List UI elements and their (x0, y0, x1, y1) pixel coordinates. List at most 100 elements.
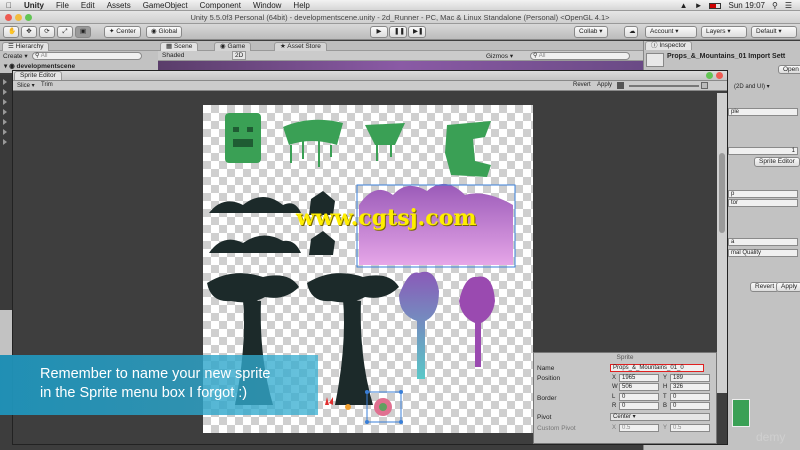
zoom-slider[interactable] (629, 85, 699, 87)
step-button[interactable]: ▶❚ (408, 26, 426, 38)
tab-scene[interactable]: ▦ Scene (160, 42, 199, 51)
space-mode-button[interactable]: ◉ Global (146, 26, 183, 38)
minimize-window-icon[interactable] (15, 14, 22, 21)
custom-pivot-x-input[interactable]: 0.5 (619, 424, 659, 432)
pixels-per-unit-field[interactable]: 1 (728, 147, 798, 155)
pos-y-input[interactable]: 189 (670, 374, 710, 382)
expand-arrow-icon[interactable] (3, 89, 7, 95)
expand-arrow-icon[interactable] (3, 99, 7, 105)
layers-dropdown[interactable]: Layers ▾ (701, 26, 747, 38)
jungle-platform-sprite-1[interactable] (283, 119, 343, 167)
menu-gameobject[interactable]: GameObject (143, 1, 188, 10)
collab-button[interactable]: Collab ▾ (574, 26, 608, 38)
inspector-sprite-editor-button[interactable]: Sprite Editor (754, 157, 800, 167)
border-t-input[interactable]: 0 (670, 393, 710, 401)
border-l-input[interactable]: 0 (619, 393, 659, 401)
pivot-mode-button[interactable]: ✦ Center (104, 26, 141, 38)
rect-tool-icon[interactable]: ▣ (75, 26, 91, 38)
expand-arrow-icon[interactable] (3, 139, 7, 145)
sprite-editor-close-icon[interactable] (716, 72, 723, 79)
border-b-input[interactable]: 0 (670, 402, 710, 410)
sprite-editor-zoom-icon[interactable] (706, 72, 713, 79)
clock[interactable]: Sun 19:07 (728, 1, 764, 10)
sprite-mode-dropdown[interactable]: ple (728, 108, 798, 116)
volume-icon[interactable]: ► (695, 1, 703, 10)
border-r-input[interactable]: 0 (619, 402, 659, 410)
sprite-editor-revert-button[interactable]: Revert (573, 82, 591, 88)
tab-asset-store[interactable]: ★ Asset Store (274, 42, 327, 51)
zoom-window-icon[interactable] (25, 14, 32, 21)
tab-sprite-editor[interactable]: Sprite Editor (14, 71, 62, 80)
open-button[interactable]: Open (778, 65, 800, 74)
sprite-editor-scrollbar[interactable] (717, 93, 727, 393)
account-dropdown[interactable]: Account ▾ (645, 26, 697, 38)
move-tool-icon[interactable]: ✥ (21, 26, 37, 38)
scrollbar-thumb[interactable] (719, 153, 725, 233)
tab-hierarchy[interactable]: ☰ Hierarchy (2, 42, 50, 51)
mip-slider-handle[interactable] (701, 82, 708, 89)
dark-tree-sprite-2[interactable] (307, 273, 399, 405)
height-input[interactable]: 326 (670, 383, 710, 391)
close-window-icon[interactable] (5, 14, 12, 21)
mode-2d-toggle[interactable]: 2D (232, 51, 247, 60)
trim-button[interactable]: Trim (41, 82, 53, 88)
hierarchy-search-input[interactable]: ⚲ All (32, 52, 142, 60)
purple-tree-sprite-1[interactable] (399, 271, 439, 379)
jungle-cliff-sprite[interactable] (445, 121, 491, 177)
alpha-toggle-icon[interactable] (617, 82, 624, 89)
menu-app[interactable]: Unity (24, 1, 44, 10)
expand-arrow-icon[interactable] (3, 109, 7, 115)
sprite-name-input[interactable]: Props_&_Mountains_01_0 (610, 364, 704, 372)
notifications-icon[interactable]: ☰ (785, 1, 792, 10)
pivot-dropdown[interactable]: Center ▾ (610, 413, 710, 421)
dark-bush-sprite-2[interactable] (209, 235, 301, 253)
rotate-tool-icon[interactable]: ⟳ (39, 26, 55, 38)
inspector-apply-button[interactable]: Apply (776, 282, 800, 292)
menu-help[interactable]: Help (293, 1, 309, 10)
shading-dropdown[interactable]: Shaded (162, 52, 184, 59)
resize-handle[interactable] (399, 420, 403, 424)
inspector-field-tor[interactable]: tor (728, 199, 798, 207)
purple-tree-sprite-2[interactable] (459, 276, 495, 368)
spotlight-icon[interactable]: ⚲ (772, 1, 778, 10)
scene-root-item[interactable]: ▾ ◉ developmentscene (4, 62, 75, 70)
tab-game[interactable]: ◉ Game (214, 42, 252, 51)
inspector-field-a[interactable]: a (728, 238, 798, 246)
tab-inspector[interactable]: ⓘ Inspector (645, 41, 693, 50)
hand-tool-icon[interactable]: ✋ (3, 26, 19, 38)
gizmos-dropdown[interactable]: Gizmos ▾ (486, 52, 513, 60)
expand-arrow-icon[interactable] (3, 79, 7, 85)
cloud-icon[interactable]: ☁ (624, 26, 638, 38)
expand-arrow-icon[interactable] (3, 129, 7, 135)
inspector-revert-button[interactable]: Revert (750, 282, 780, 292)
layout-dropdown[interactable]: Default ▾ (751, 26, 797, 38)
create-dropdown[interactable]: Create ▾ (3, 52, 28, 60)
inspector-field-p[interactable]: p (728, 190, 798, 198)
menu-file[interactable]: File (56, 1, 69, 10)
width-input[interactable]: 506 (619, 383, 659, 391)
resize-handle[interactable] (365, 390, 369, 394)
resize-handle[interactable] (365, 420, 369, 424)
dark-bush-sprite-1[interactable] (209, 197, 301, 213)
slice-dropdown[interactable]: Slice ▾ (17, 82, 35, 89)
menu-component[interactable]: Component (200, 1, 241, 10)
pos-x-input[interactable]: 1965 (619, 374, 659, 382)
expand-arrow-icon[interactable] (3, 119, 7, 125)
dark-rock-sprite-2[interactable] (309, 231, 335, 255)
wifi-icon[interactable]: ▲ (680, 1, 688, 10)
texture-mode-dropdown[interactable]: (2D and UI) ▾ (734, 83, 770, 90)
custom-pivot-y-input[interactable]: 0.5 (670, 424, 710, 432)
menu-edit[interactable]: Edit (81, 1, 95, 10)
menu-window[interactable]: Window (253, 1, 281, 10)
scale-tool-icon[interactable]: ⤢ (57, 26, 73, 38)
battery-icon[interactable] (709, 2, 722, 9)
sprite-editor-apply-button[interactable]: Apply (597, 82, 612, 88)
compression-quality-dropdown[interactable]: mal Quality (728, 249, 798, 257)
jungle-totem-sprite[interactable] (225, 113, 261, 163)
play-button[interactable]: ▶ (370, 26, 388, 38)
jungle-platform-sprite-2[interactable] (365, 123, 405, 161)
resize-handle[interactable] (399, 390, 403, 394)
menu-assets[interactable]: Assets (107, 1, 131, 10)
apple-icon[interactable]:  (6, 1, 12, 10)
pause-button[interactable]: ❚❚ (389, 26, 407, 38)
